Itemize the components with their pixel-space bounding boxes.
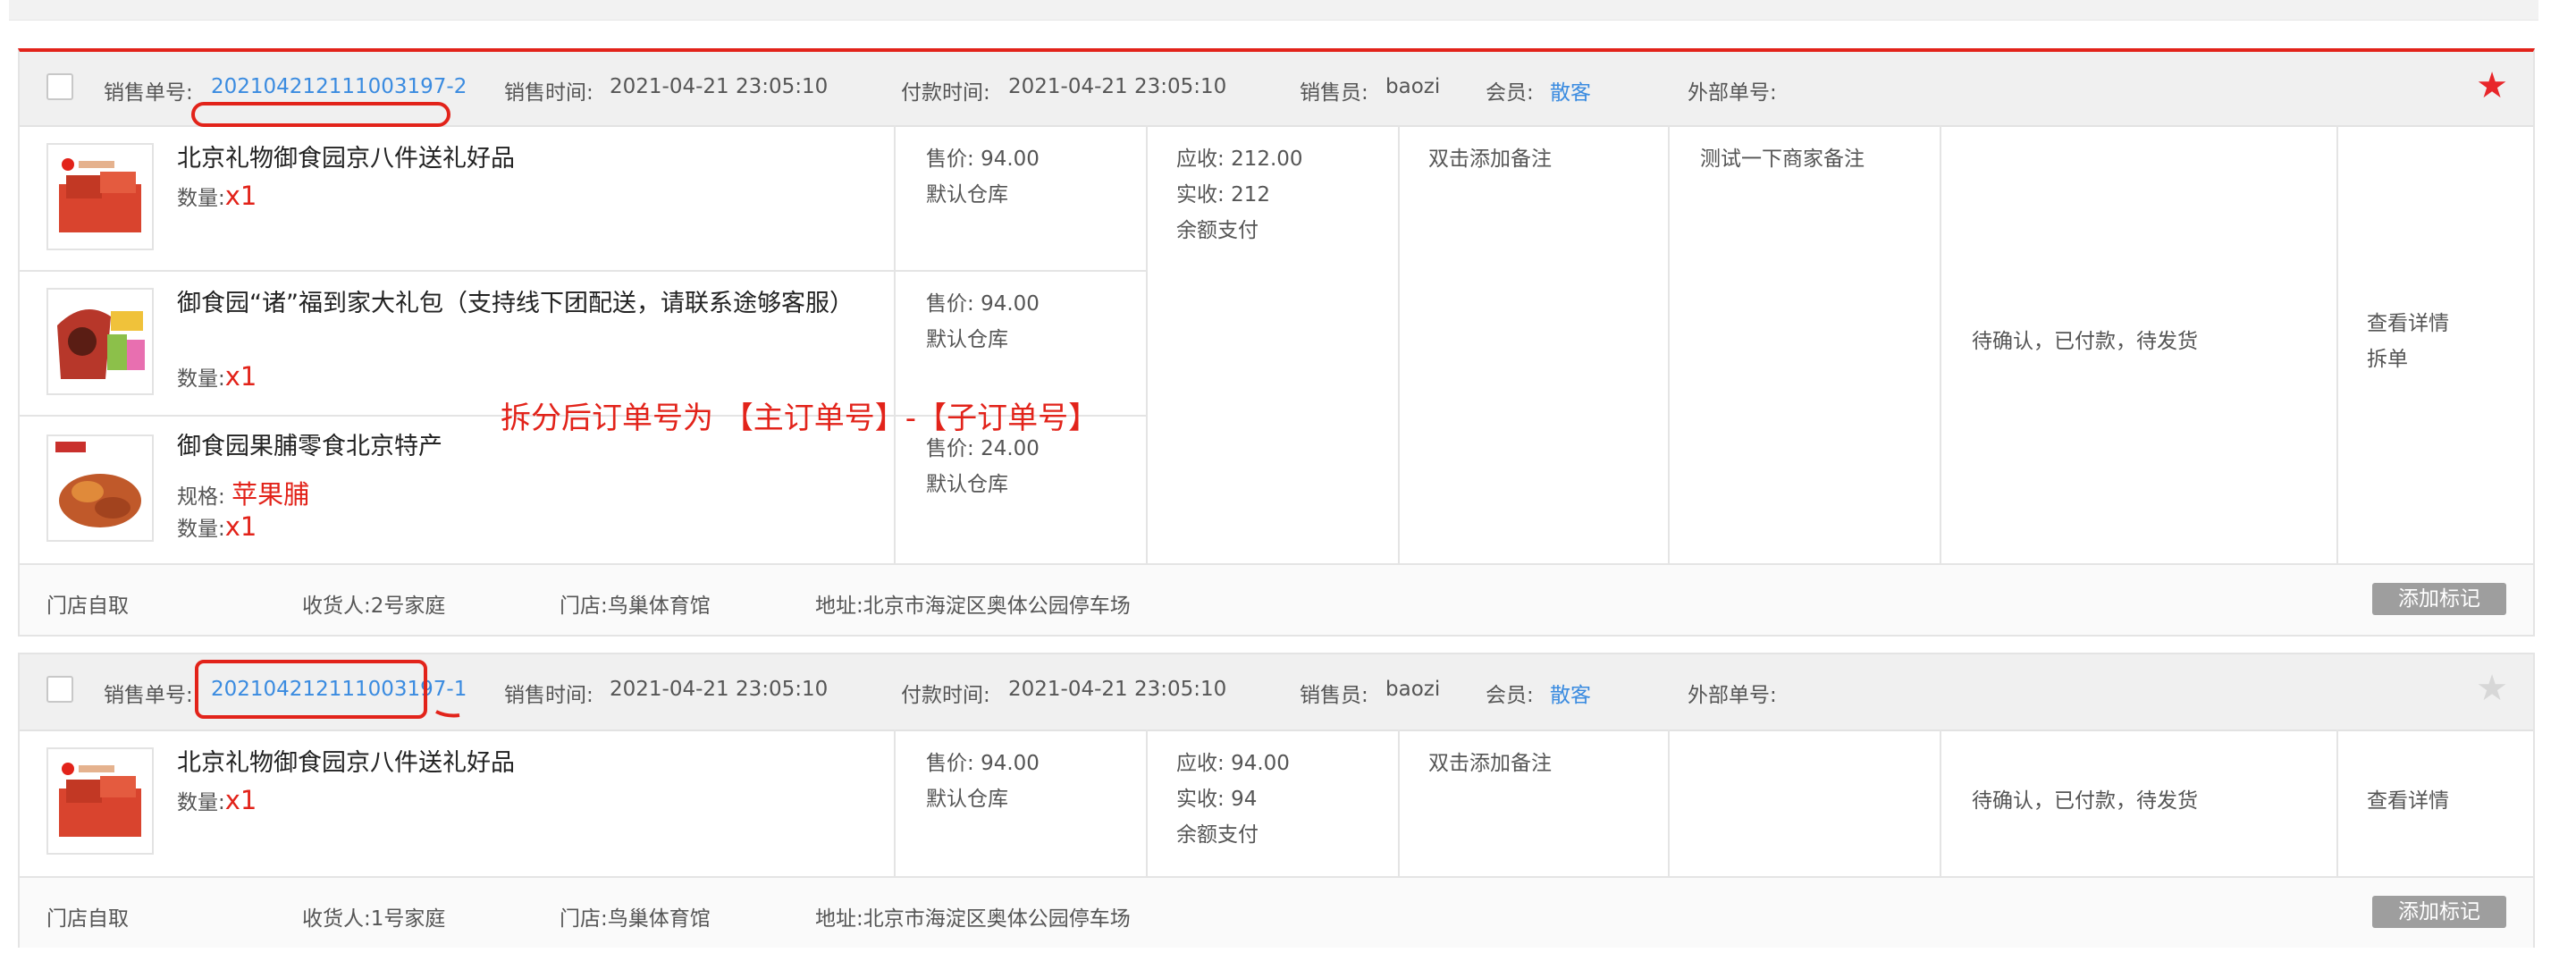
member-link[interactable]: 散客: [1550, 75, 1591, 105]
receiver-value: 2号家庭: [370, 595, 446, 618]
pay-time-label: 付款时间:: [901, 81, 990, 105]
view-detail-link[interactable]: 查看详情: [2367, 306, 2449, 342]
received-label: 实收:: [1176, 183, 1225, 207]
receivable-label: 应收:: [1176, 148, 1225, 171]
order-no-label: 销售单号:: [104, 81, 193, 105]
order-footer: 门店自取 收货人:2号家庭 门店:鸟巢体育馆 地址:北京市海淀区奥体公园停车场 …: [20, 563, 2533, 635]
highlight-circle-order-no: [191, 102, 450, 127]
address-label: 地址:: [815, 595, 863, 618]
order-items: 北京礼物御食园京八件送礼好品 数量:x1 售价: 94.00 默认仓库 御食园“…: [20, 125, 2533, 563]
product-thumbnail[interactable]: [46, 434, 154, 542]
qty-label: 数量:: [177, 187, 225, 210]
store-label: 门店:: [560, 907, 608, 931]
qty-label: 数量:: [177, 518, 225, 541]
order-no-link[interactable]: 202104212111003197-2: [211, 75, 467, 98]
product-thumbnail[interactable]: [46, 143, 154, 250]
received-value: 212: [1231, 183, 1270, 207]
annotation-stroke: [435, 710, 460, 718]
add-tag-button[interactable]: 添加标记: [2372, 896, 2506, 928]
delivery-method: 门店自取: [46, 907, 129, 931]
order-select-checkbox[interactable]: [46, 676, 73, 703]
address-value: 北京市海淀区奥体公园停车场: [863, 907, 1131, 931]
receiver-label: 收货人:: [302, 907, 371, 931]
order-no-label: 销售单号:: [104, 684, 193, 707]
address-label: 地址:: [815, 907, 863, 931]
store-value: 鸟巢体育馆: [607, 907, 711, 931]
product-name[interactable]: 御食园果脯零食北京特产: [177, 429, 442, 465]
order-card: 销售单号: 202104212111003197-2 销售时间: 2021-04…: [18, 48, 2535, 637]
receiver-value: 1号家庭: [370, 907, 446, 931]
store-value: 鸟巢体育馆: [607, 595, 711, 618]
product-name[interactable]: 御食园“诸”福到家大礼包（支持线下团配送，请联系途够客服）: [177, 286, 874, 322]
highlight-box-order-no: [195, 660, 427, 719]
order-select-checkbox[interactable]: [46, 73, 73, 100]
sale-time-label: 销售时间:: [504, 81, 593, 105]
external-no-label: 外部单号:: [1688, 684, 1777, 707]
price-value: 24.00: [981, 437, 1040, 460]
spec-value: 苹果脯: [232, 479, 310, 510]
member-link[interactable]: 散客: [1550, 678, 1591, 708]
product-name[interactable]: 北京礼物御食园京八件送礼好品: [177, 141, 515, 177]
receivable-label: 应收:: [1176, 752, 1225, 775]
qty-value: x1: [224, 361, 257, 392]
seller-label: 销售员:: [1300, 684, 1368, 707]
pay-time-value: 2021-04-21 23:05:10: [1008, 75, 1227, 98]
split-order-link[interactable]: 拆单: [2367, 342, 2408, 377]
store-label: 门店:: [560, 595, 608, 618]
view-detail-link[interactable]: 查看详情: [2367, 783, 2449, 819]
price-label: 售价:: [926, 437, 974, 460]
sale-time-label: 销售时间:: [504, 684, 593, 707]
member-label: 会员:: [1486, 684, 1534, 707]
price-label: 售价:: [926, 752, 974, 775]
seller-value: baozi: [1385, 678, 1441, 701]
member-label: 会员:: [1486, 81, 1534, 105]
received-value: 94: [1231, 788, 1258, 811]
order-footer: 门店自取 收货人:1号家庭 门店:鸟巢体育馆 地址:北京市海淀区奥体公园停车场 …: [20, 876, 2533, 948]
price-value: 94.00: [981, 292, 1040, 316]
remark-field[interactable]: 双击添加备注: [1428, 746, 1552, 781]
order-items: 北京礼物御食园京八件送礼好品 数量:x1 售价: 94.00 默认仓库 应收: …: [20, 730, 2533, 876]
qty-label: 数量:: [177, 791, 225, 814]
sale-time-value: 2021-04-21 23:05:10: [610, 678, 829, 701]
delivery-method: 门店自取: [46, 595, 129, 618]
pay-time-label: 付款时间:: [901, 684, 990, 707]
price-value: 94.00: [981, 148, 1040, 171]
warehouse: 默认仓库: [926, 788, 1008, 811]
product-thumbnail[interactable]: [46, 747, 154, 855]
sale-time-value: 2021-04-21 23:05:10: [610, 75, 829, 98]
star-icon[interactable]: ★: [2476, 68, 2508, 104]
warehouse: 默认仓库: [926, 328, 1008, 351]
add-tag-button[interactable]: 添加标记: [2372, 583, 2506, 615]
product-name[interactable]: 北京礼物御食园京八件送礼好品: [177, 746, 515, 781]
price-label: 售价:: [926, 148, 974, 171]
pay-method: 余额支付: [1176, 219, 1259, 242]
address-value: 北京市海淀区奥体公园停车场: [863, 595, 1131, 618]
qty-value: x1: [224, 511, 257, 542]
product-thumbnail[interactable]: [46, 288, 154, 395]
order-status: 待确认，已付款，待发货: [1972, 789, 2198, 813]
merchant-remark: 测试一下商家备注: [1700, 148, 1865, 171]
receivable-value: 212.00: [1231, 148, 1303, 171]
pay-method: 余额支付: [1176, 823, 1259, 847]
split-order-annotation: 拆分后订单号为 【主订单号】-【子订单号】: [501, 401, 1099, 436]
receiver-label: 收货人:: [302, 595, 371, 618]
seller-label: 销售员:: [1300, 81, 1368, 105]
qty-label: 数量:: [177, 367, 225, 391]
star-icon[interactable]: ★: [2476, 670, 2508, 706]
top-toolbar-strip: [9, 0, 2538, 21]
qty-value: x1: [224, 785, 257, 815]
received-label: 实收:: [1176, 788, 1225, 811]
warehouse: 默认仓库: [926, 183, 1008, 207]
pay-time-value: 2021-04-21 23:05:10: [1008, 678, 1227, 701]
seller-value: baozi: [1385, 75, 1441, 98]
receivable-value: 94.00: [1231, 752, 1290, 775]
remark-field[interactable]: 双击添加备注: [1428, 141, 1552, 177]
price-value: 94.00: [981, 752, 1040, 775]
order-status: 待确认，已付款，待发货: [1972, 330, 2198, 353]
external-no-label: 外部单号:: [1688, 81, 1777, 105]
warehouse: 默认仓库: [926, 473, 1008, 496]
qty-value: x1: [224, 181, 257, 211]
price-label: 售价:: [926, 292, 974, 316]
spec-label: 规格:: [177, 485, 225, 509]
